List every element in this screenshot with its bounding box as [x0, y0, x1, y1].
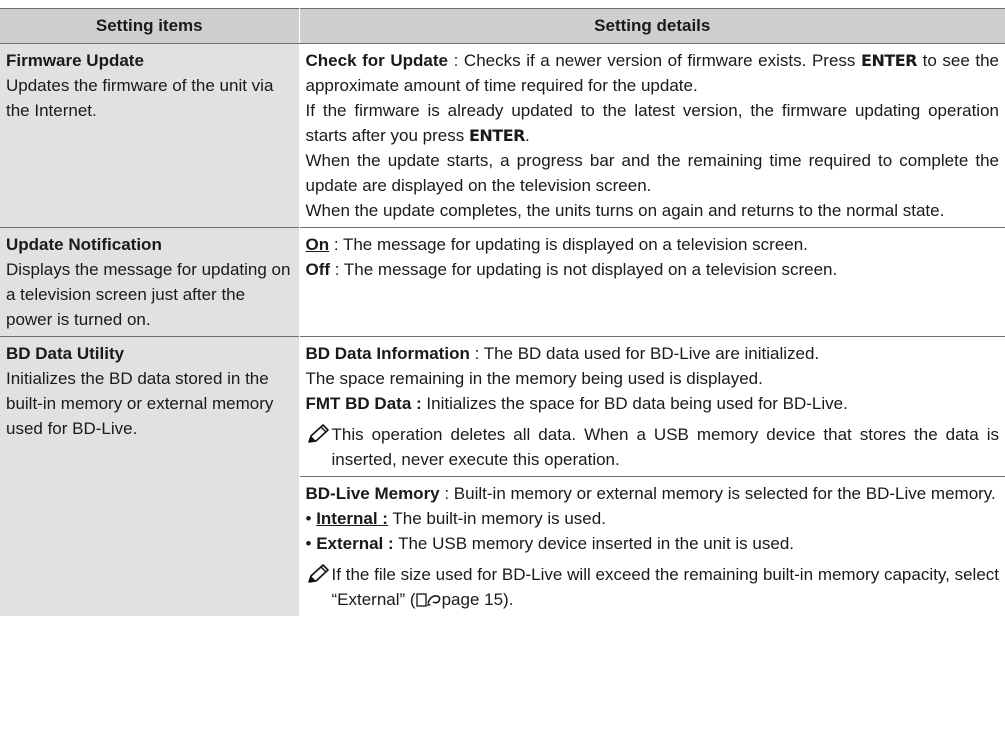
- bd-data-information-label: BD Data Information: [305, 344, 470, 363]
- header-setting-details: Setting details: [299, 8, 1005, 44]
- note-delete-data-text: This operation deletes all data. When a …: [331, 425, 1000, 469]
- table-header-row: Setting items Setting details: [0, 8, 1005, 44]
- bd-live-memory-paragraph: BD-Live Memory : Built-in memory or exte…: [305, 484, 996, 503]
- item-cell-firmware-update: Firmware Update Updates the firmware of …: [0, 43, 300, 228]
- enter-key-label: ENTER: [861, 51, 917, 70]
- pencil-note-icon: [307, 424, 329, 443]
- header-setting-items: Setting items: [0, 8, 300, 44]
- enter-key-label: ENTER: [468, 126, 525, 145]
- space-remaining-paragraph: The space remaining in the memory being …: [305, 369, 763, 388]
- fmt-bd-data-label: FMT BD Data :: [305, 394, 422, 413]
- table-row-firmware-update: Firmware Update Updates the firmware of …: [0, 43, 1005, 228]
- detail-cell-bd-data-information: BD Data Information : The BD data used f…: [299, 336, 1005, 477]
- detail-cell-firmware-update: Check for Update : Checks if a newer ver…: [299, 43, 1005, 228]
- note-file-size: If the file size used for BD-Live will e…: [306, 562, 1000, 612]
- detail-cell-update-notification: On : The message for updating is display…: [299, 227, 1005, 337]
- check-for-update-label: Check for Update: [305, 51, 449, 70]
- option-internal: • Internal : The built-in memory is used…: [305, 509, 606, 528]
- item-title-bd-data-utility: BD Data Utility: [6, 344, 125, 363]
- manual-page: Setting items Setting details Firmware U…: [0, 0, 1005, 730]
- check-for-update-paragraph: Check for Update : Checks if a newer ver…: [305, 51, 1000, 95]
- option-external: • External : The USB memory device inser…: [305, 534, 795, 553]
- fmt-bd-data-paragraph: FMT BD Data : Initializes the space for …: [305, 394, 848, 413]
- item-desc-firmware-update: Updates the firmware of the unit via the…: [6, 76, 274, 120]
- item-title-update-notification: Update Notification: [6, 235, 162, 254]
- pencil-note-icon: [307, 564, 329, 583]
- option-off: Off : The message for updating is not di…: [305, 260, 838, 279]
- bd-live-memory-label: BD-Live Memory: [305, 484, 440, 503]
- note-file-size-text: If the file size used for BD-Live will e…: [331, 565, 1000, 609]
- option-on-label: On: [305, 235, 330, 254]
- item-desc-bd-data-utility: Initializes the BD data stored in the bu…: [6, 369, 274, 438]
- item-title-firmware-update: Firmware Update: [6, 51, 144, 70]
- item-desc-update-notification: Displays the message for updating on a t…: [6, 260, 291, 329]
- bd-data-information-paragraph: BD Data Information : The BD data used f…: [305, 344, 820, 363]
- option-internal-label: Internal :: [316, 509, 388, 528]
- settings-table: Setting items Setting details Firmware U…: [0, 8, 1005, 616]
- option-off-label: Off: [305, 260, 331, 279]
- note-delete-data: This operation deletes all data. When a …: [306, 422, 1000, 472]
- page-reference-link[interactable]: page 15: [442, 590, 503, 609]
- item-cell-bd-data-utility: BD Data Utility Initializes the BD data …: [0, 336, 300, 616]
- completes-paragraph: When the update completes, the units tur…: [305, 201, 945, 220]
- table-row-update-notification: Update Notification Displays the message…: [0, 227, 1005, 337]
- item-cell-update-notification: Update Notification Displays the message…: [0, 227, 300, 337]
- option-on: On : The message for updating is display…: [305, 235, 808, 254]
- page-reference-icon: [415, 593, 440, 607]
- detail-cell-bd-live-memory: BD-Live Memory : Built-in memory or exte…: [299, 476, 1005, 616]
- table-row-bd-data-utility: BD Data Utility Initializes the BD data …: [0, 336, 1005, 616]
- option-external-label: External :: [316, 534, 394, 553]
- already-updated-paragraph: If the firmware is already updated to th…: [305, 101, 1000, 145]
- progress-paragraph: When the update starts, a progress bar a…: [305, 151, 1000, 195]
